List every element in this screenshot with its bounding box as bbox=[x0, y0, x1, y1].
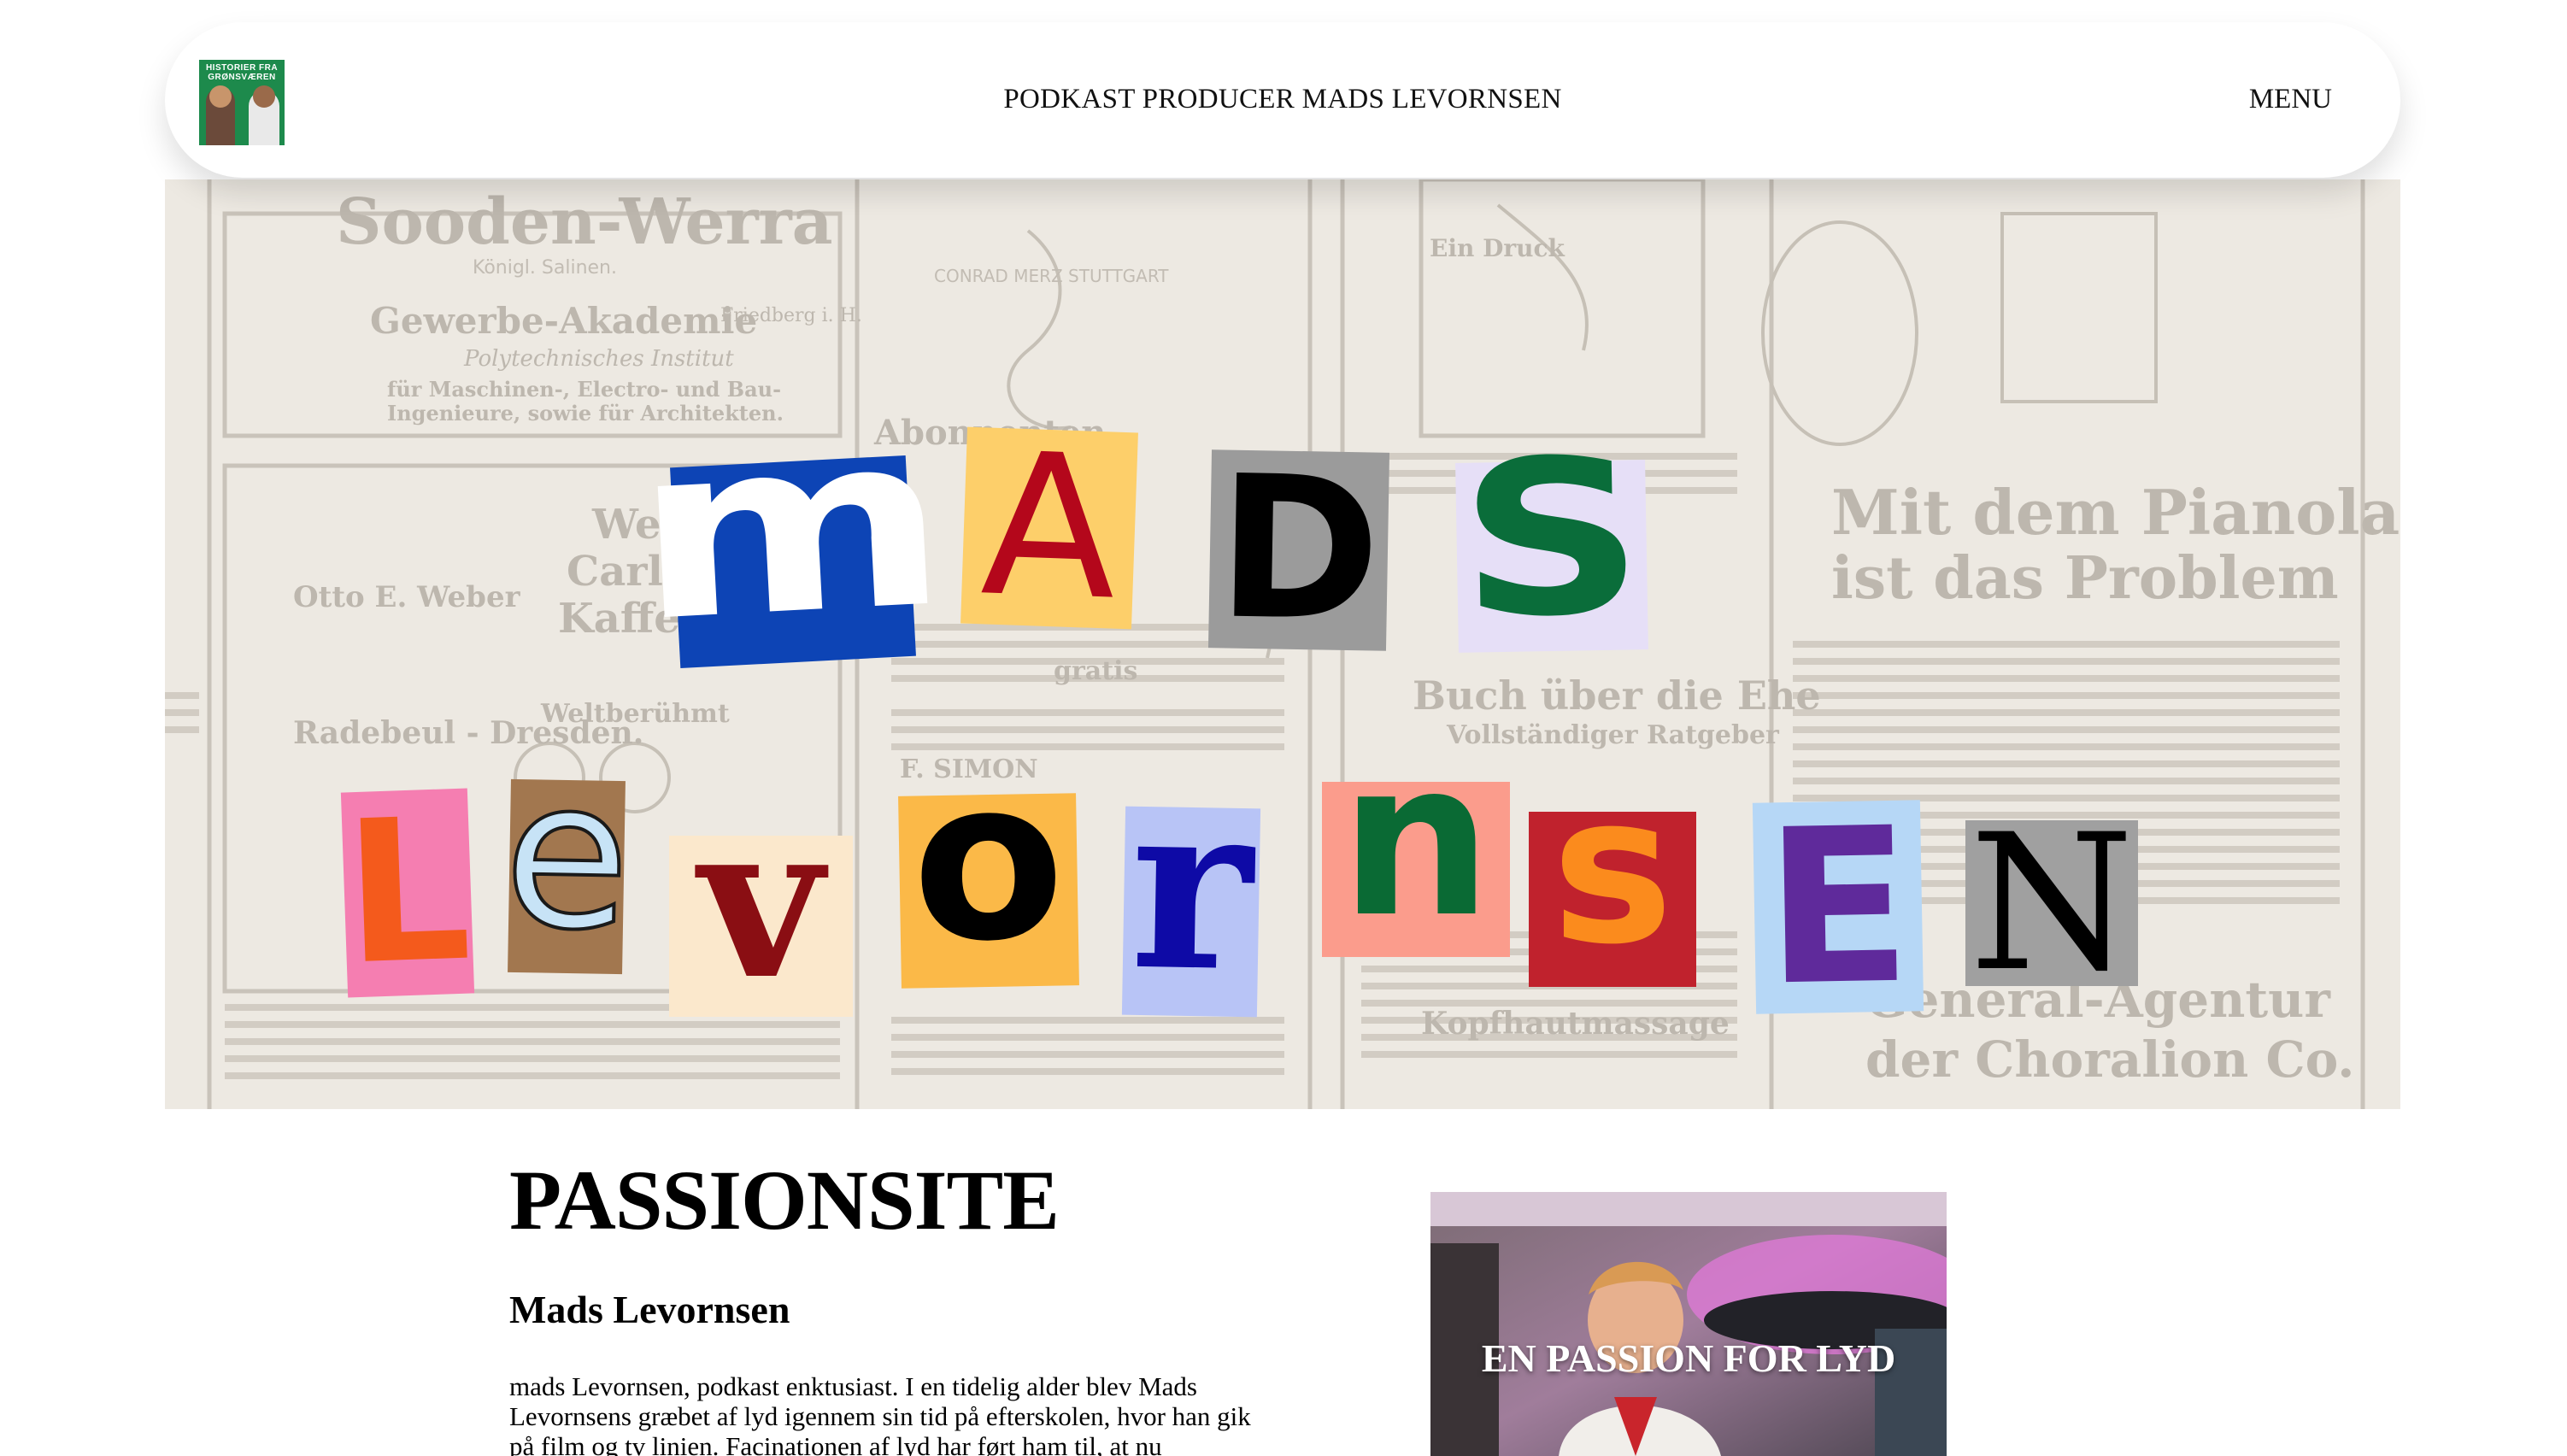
intro-paragraph: mads Levornsen, podkast enktusiast. I en… bbox=[509, 1371, 1251, 1456]
feature-image-card[interactable]: EN PASSION FOR LYD bbox=[1430, 1192, 1947, 1456]
hero-lettering: m A D S L e v o r n s E N bbox=[165, 179, 2400, 1109]
letter-tile-s2: s bbox=[1529, 767, 1696, 987]
letter-tile-s: S bbox=[1455, 413, 1648, 665]
site-title[interactable]: PODKAST PRODUCER MADS LEVORNSEN bbox=[165, 84, 2400, 115]
menu-button[interactable]: MENU bbox=[2249, 84, 2332, 115]
letter-tile-a: A bbox=[960, 411, 1138, 644]
logo-text: HISTORIER FRA GRØNSVÆREN bbox=[205, 63, 279, 82]
page: HISTORIER FRA GRØNSVÆREN PODKAST PRODUCE… bbox=[0, 0, 2567, 1456]
letter-tile-m: m bbox=[628, 380, 955, 675]
letter-tile-r: r bbox=[1121, 749, 1261, 1023]
letter-tile-d: D bbox=[1207, 434, 1390, 666]
letter-tile-o: o bbox=[898, 731, 1079, 991]
letter-tile-n2: N bbox=[1965, 809, 2138, 997]
letter-tile-v: v bbox=[669, 794, 853, 1017]
feature-caption: EN PASSION FOR LYD bbox=[1481, 1336, 1896, 1380]
letter-tile-e2: E bbox=[1752, 781, 1924, 1032]
letter-tile-n: n bbox=[1322, 732, 1510, 957]
letter-tile-e: e bbox=[500, 733, 634, 978]
page-title: PASSIONSITE bbox=[509, 1153, 1060, 1248]
site-header: HISTORIER FRA GRØNSVÆREN PODKAST PRODUCE… bbox=[165, 22, 2400, 178]
page-subtitle: Mads Levornsen bbox=[509, 1288, 790, 1331]
feature-photo bbox=[1430, 1192, 1947, 1456]
hero-banner: Sooden-Werra Königl. Salinen. Gewerbe-Ak… bbox=[165, 179, 2400, 1109]
letter-tile-l: L bbox=[340, 776, 475, 1009]
